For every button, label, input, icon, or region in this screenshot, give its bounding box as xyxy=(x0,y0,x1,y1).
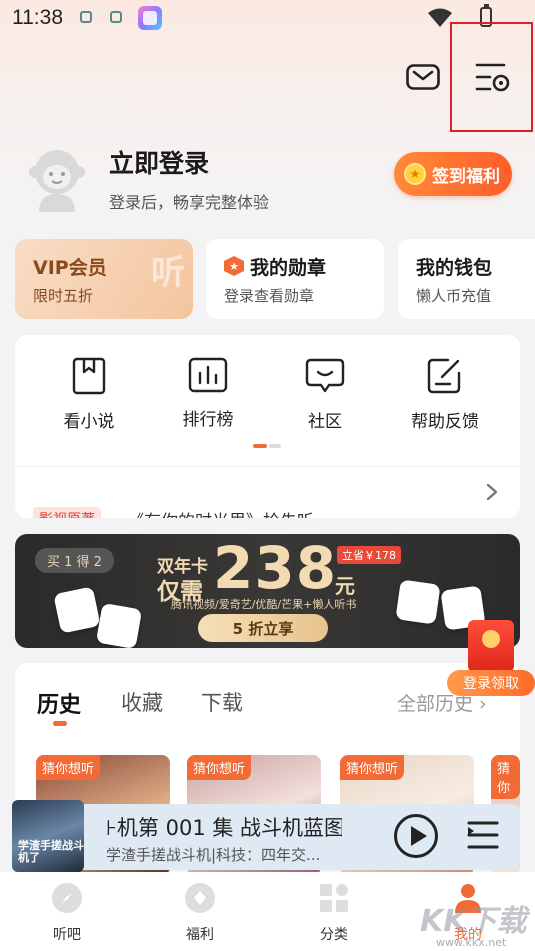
tab-history[interactable]: 历史 xyxy=(37,687,81,719)
banner-save-tag: 立省￥178 xyxy=(337,546,401,564)
vip-card[interactable]: 听 VIP会员 限时五折 xyxy=(15,239,193,319)
vip-subtitle: 限时五折 xyxy=(33,287,94,305)
badge-title: 我的勋章 xyxy=(250,257,327,279)
edit-note-icon xyxy=(427,358,461,394)
app-notification-icon xyxy=(138,6,162,30)
player-cover-image[interactable]: 学渣手搓战斗机了 xyxy=(12,800,84,872)
compass-icon xyxy=(52,883,82,913)
notification-icon xyxy=(80,11,92,23)
banner-unit: 元 xyxy=(335,574,355,598)
book-tag-partial: 猜你 xyxy=(491,755,520,799)
promo-tag: 影视原著 xyxy=(33,507,101,518)
vip-deco-text: 听 xyxy=(151,253,185,293)
banner-partners: 腾讯视频/爱奇艺/优酷/芒果+懒人听书 xyxy=(171,598,357,611)
star-coin-icon: ★ xyxy=(404,163,426,185)
gift-diamond-icon xyxy=(185,883,215,913)
watermark-url: www.kkx.net xyxy=(436,936,507,949)
tool-community[interactable]: 社区 xyxy=(275,357,375,432)
tools-panel: 看小说 排行榜 社区 帮助反馈 影视原著 《有你的时光里》抢先听 xyxy=(15,335,520,518)
player-subtitle: 学渣手搓战斗机|科技：四年交... xyxy=(106,846,321,864)
player-title: ⊦机第 001 集 战斗机蓝图 xyxy=(106,816,342,840)
status-time: 11:38 xyxy=(12,6,63,29)
active-tab-indicator xyxy=(53,721,67,726)
category-grid-icon xyxy=(320,884,348,912)
wallet-title: 我的钱包 xyxy=(416,257,493,279)
tool-ranking[interactable]: 排行榜 xyxy=(158,357,258,430)
nav-listen[interactable]: 听吧 xyxy=(27,882,107,944)
page-indicator xyxy=(253,444,281,448)
book-tag: 猜你想听 xyxy=(187,755,252,780)
notification-icon xyxy=(110,11,122,23)
wallet-card[interactable]: 我的钱包 懒人币充值 xyxy=(398,239,535,319)
book-tag: 猜你想听 xyxy=(36,755,101,780)
buy-one-get-two-tag: 买 1 得 2 xyxy=(35,548,114,573)
all-history-label: 全部历史 xyxy=(397,693,474,715)
medal-icon: ★ xyxy=(224,256,244,276)
mail-icon[interactable] xyxy=(406,64,440,90)
chat-bubble-icon xyxy=(305,358,345,393)
highlight-box xyxy=(450,22,533,132)
banner-price: 238 xyxy=(213,534,338,602)
wallet-subtitle: 懒人币充值 xyxy=(416,287,492,305)
tencent-video-logo xyxy=(53,586,101,634)
promo-text[interactable]: 《有你的时光里》抢先听 xyxy=(127,507,314,518)
login-subtitle: 登录后，畅享完整体验 xyxy=(109,193,270,212)
tool-feedback[interactable]: 帮助反馈 xyxy=(395,357,495,432)
chevron-right-icon[interactable] xyxy=(486,483,498,501)
play-button[interactable] xyxy=(394,814,438,858)
youku-logo xyxy=(95,602,143,648)
nav-label: 听吧 xyxy=(53,927,81,943)
signin-benefits-button[interactable]: ★ 签到福利 xyxy=(394,152,512,196)
tab-favorites[interactable]: 收藏 xyxy=(121,687,163,717)
vip-title: VIP会员 xyxy=(33,257,107,279)
book-tag: 猜你想听 xyxy=(340,755,405,780)
tool-label: 排行榜 xyxy=(182,410,234,430)
nav-label: 分类 xyxy=(320,927,348,943)
bar-chart-icon xyxy=(188,357,228,393)
tool-label: 看小说 xyxy=(63,412,115,432)
login-reward-button[interactable]: 登录领取 xyxy=(447,670,535,696)
divider xyxy=(15,466,520,467)
nav-benefits[interactable]: 福利 xyxy=(160,882,240,944)
avatar[interactable] xyxy=(27,146,87,212)
cover-text: 学渣手搓战斗机了 xyxy=(18,839,84,865)
nav-category[interactable]: 分类 xyxy=(294,882,374,944)
tool-label: 社区 xyxy=(308,412,342,432)
wifi-icon xyxy=(428,8,452,27)
red-envelope-icon[interactable] xyxy=(468,620,514,672)
playlist-icon[interactable] xyxy=(466,818,500,852)
login-title[interactable]: 立即登录 xyxy=(109,144,209,180)
badge-subtitle: 登录查看勋章 xyxy=(224,287,315,305)
nav-label: 福利 xyxy=(186,927,214,943)
signin-button-label: 签到福利 xyxy=(432,166,500,187)
iqiyi-logo xyxy=(395,579,441,625)
watermark-logo: KK下载 xyxy=(420,904,527,939)
book-bookmark-icon xyxy=(72,357,106,395)
tool-label: 帮助反馈 xyxy=(411,412,479,432)
promo-banner[interactable]: 买 1 得 2 双年卡 仅需 238 立省￥178 元 腾讯视频/爱奇艺/优酷/… xyxy=(15,534,520,648)
tool-novel[interactable]: 看小说 xyxy=(39,357,139,432)
banner-cta-button[interactable]: 5 折立享 xyxy=(198,614,328,642)
tab-downloads[interactable]: 下载 xyxy=(201,687,243,717)
badge-card[interactable]: ★ 我的勋章 登录查看勋章 xyxy=(206,239,384,319)
